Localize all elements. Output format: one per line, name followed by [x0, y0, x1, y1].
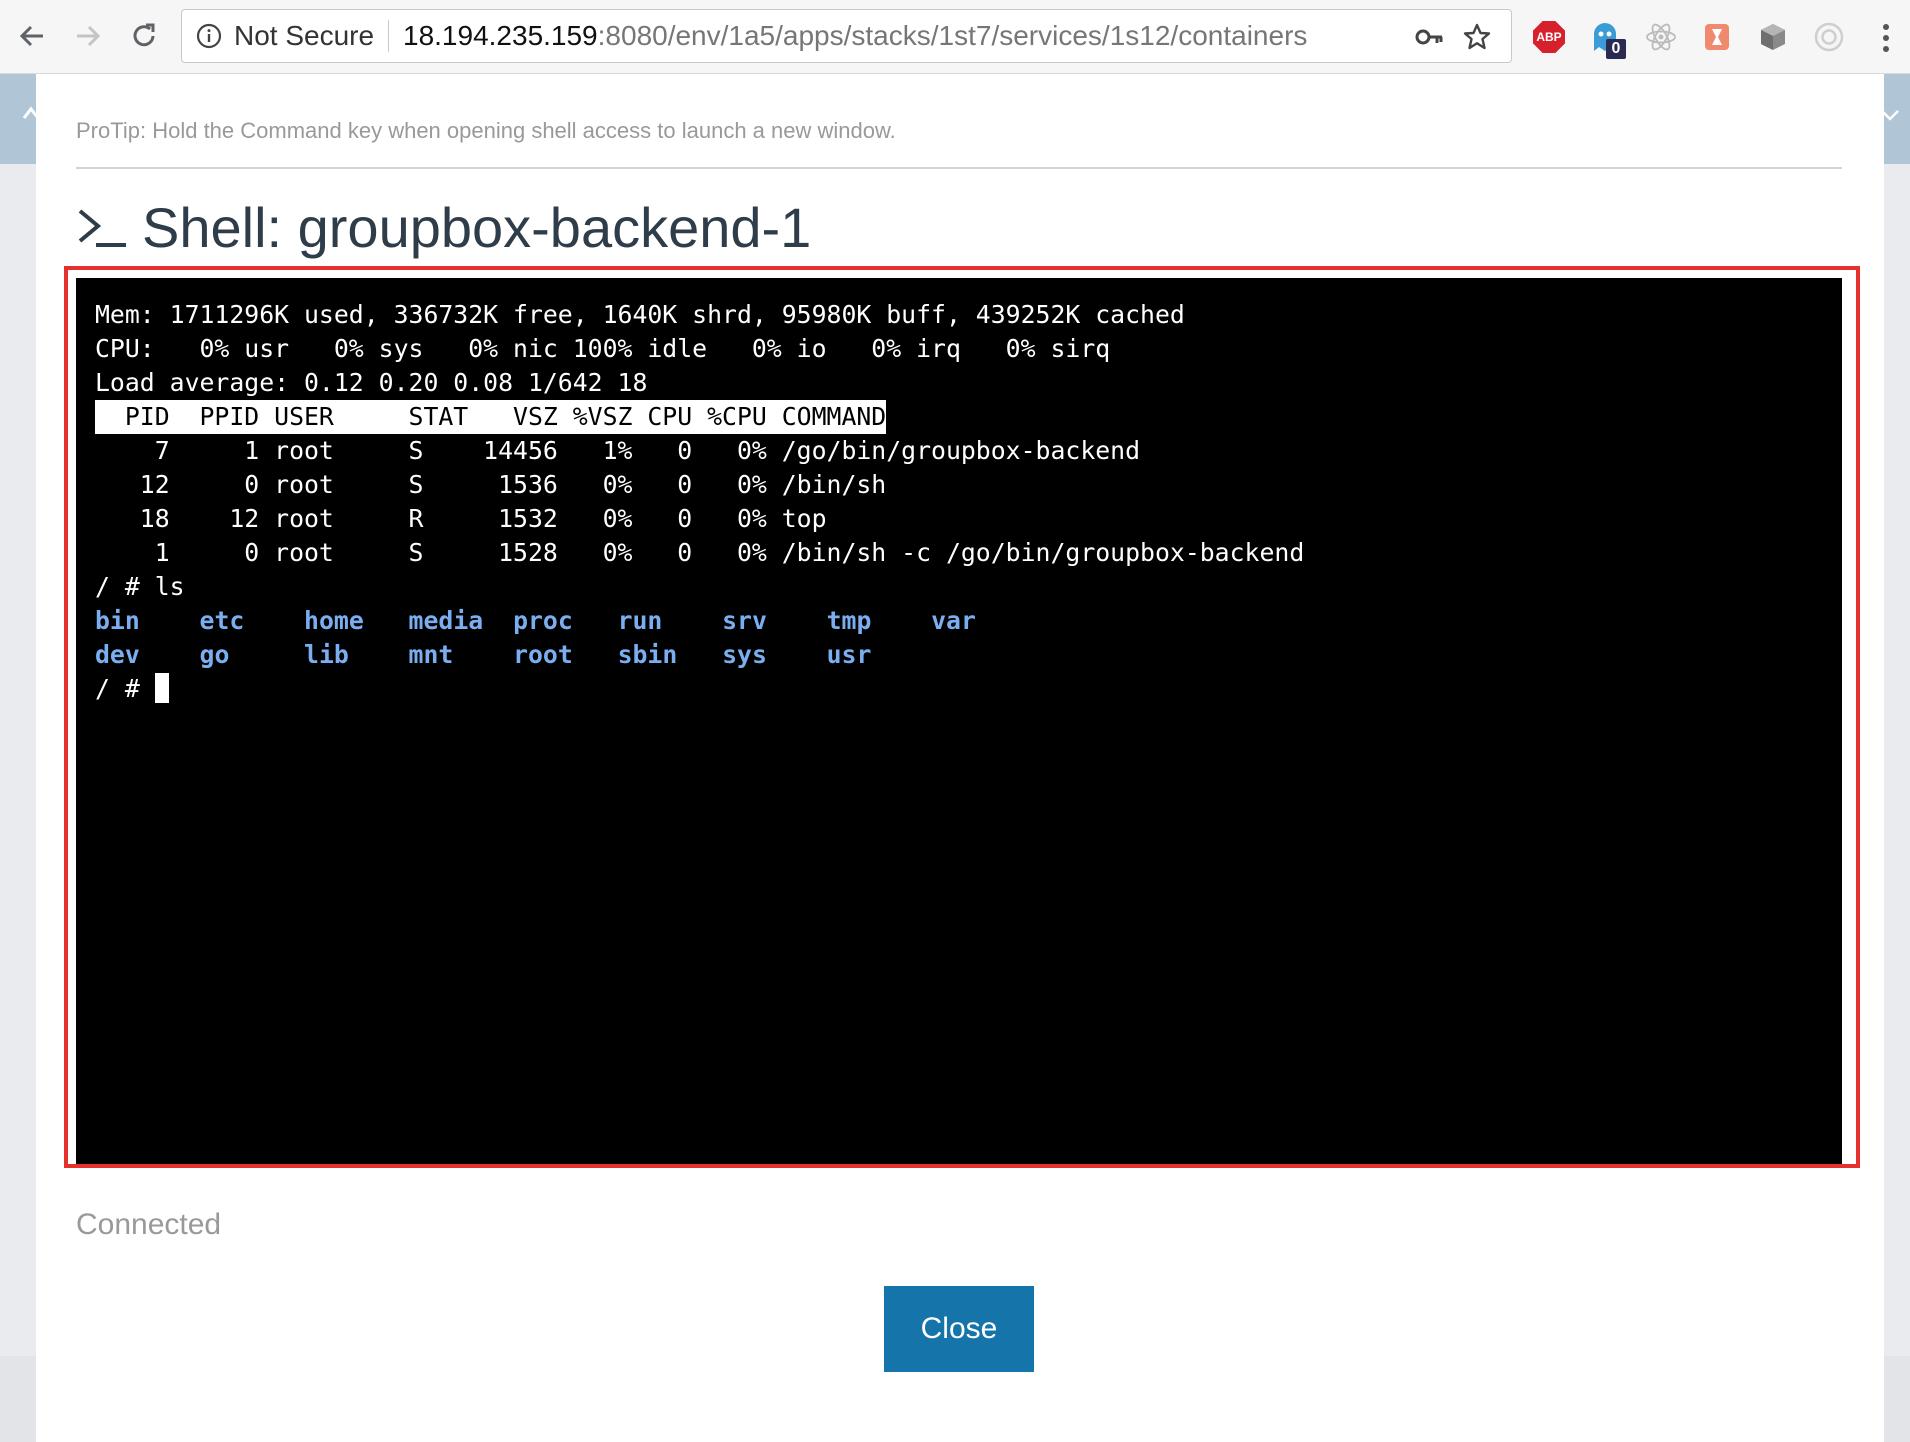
- forward-arrow-icon: [77, 25, 101, 47]
- adblock-plus-icon: ABP: [1533, 21, 1565, 53]
- ls-row: bin etc home media proc run srv tmp var: [95, 604, 1842, 638]
- browser-menu-button[interactable]: [1882, 24, 1890, 52]
- directory-entry: run: [617, 606, 663, 635]
- cube-icon: [1761, 24, 1785, 50]
- url-host: 18.194.235.159: [403, 20, 598, 51]
- terminal-line: CPU: 0% usr 0% sys 0% nic 100% idle 0% i…: [95, 334, 1111, 363]
- close-button[interactable]: Close: [884, 1286, 1034, 1372]
- extension-cube[interactable]: [1756, 20, 1790, 54]
- back-arrow-icon: [19, 25, 43, 47]
- back-button[interactable]: [12, 16, 52, 56]
- process-row: 7 1 root S 14456 1% 0 0% /go/bin/groupbo…: [95, 436, 1141, 465]
- extension-adblock[interactable]: ABP: [1532, 20, 1566, 54]
- address-bar[interactable]: Not Secure 18.194.235.159:8080/env/1a5/a…: [181, 9, 1512, 63]
- address-divider: [388, 20, 389, 52]
- extension-react[interactable]: [1644, 20, 1678, 54]
- browser-toolbar: Not Secure 18.194.235.159:8080/env/1a5/a…: [0, 0, 1910, 74]
- directory-entry: srv: [722, 606, 767, 635]
- process-row: 12 0 root S 1536 0% 0 0% /bin/sh: [95, 470, 887, 499]
- directory-entry: dev: [95, 640, 140, 669]
- directory-entry: home: [304, 606, 364, 635]
- directory-entry: etc: [199, 606, 245, 635]
- react-devtools-icon: [1646, 23, 1676, 51]
- modal-title-text: Shell: groupbox-backend-1: [142, 195, 812, 259]
- terminal-window[interactable]: Mem: 1711296K used, 336732K free, 1640K …: [76, 278, 1842, 1164]
- directory-entry: media: [408, 606, 484, 635]
- ghostery-badge: 0: [1606, 39, 1626, 59]
- process-row: 1 0 root S 1528 0% 0 0% /bin/sh -c /go/b…: [95, 538, 1305, 567]
- security-indicator[interactable]: Not Secure: [196, 10, 374, 62]
- protip-text: ProTip: Hold the Command key when openin…: [76, 118, 896, 143]
- directory-entry: proc: [513, 606, 573, 635]
- directory-entry: bin: [95, 606, 140, 635]
- shell-modal: ProTip: Hold the Command key when openin…: [36, 74, 1884, 1442]
- menu-dot: [1883, 35, 1889, 41]
- extension-generic[interactable]: [1700, 20, 1734, 54]
- directory-entry: var: [931, 606, 976, 635]
- terminal-cursor: [154, 673, 169, 703]
- url-text[interactable]: 18.194.235.159:8080/env/1a5/apps/stacks/…: [403, 10, 1307, 62]
- process-row: 18 12 root R 1532 0% 0 0% top: [95, 504, 827, 533]
- extension-ghostery[interactable]: 0: [1588, 20, 1626, 59]
- directory-entry: tmp: [826, 606, 872, 635]
- directory-entry: sys: [722, 640, 767, 669]
- connection-status: Connected: [76, 1208, 222, 1241]
- terminal-line: Load average: 0.12 0.20 0.08 1/642 18: [95, 368, 648, 397]
- terminal-prompt: / #: [95, 674, 155, 703]
- reload-icon: [133, 23, 155, 47]
- terminal-line: Mem: 1711296K used, 336732K free, 1640K …: [95, 300, 1185, 329]
- process-table-header: PID PPID USER STAT VSZ %VSZ CPU %CPU COM…: [95, 400, 887, 434]
- menu-dot: [1883, 24, 1889, 30]
- directory-entry: go: [199, 640, 230, 669]
- extension-camera[interactable]: [1812, 20, 1846, 54]
- terminal-prompt-line: / #: [95, 672, 1842, 706]
- terminal-prompt-icon: [78, 209, 126, 247]
- process-table-header-row: PID PPID USER STAT VSZ %VSZ CPU %CPU COM…: [95, 400, 1842, 434]
- directory-entry: root: [513, 640, 573, 669]
- info-icon: [196, 23, 222, 49]
- directory-entry: usr: [826, 640, 872, 669]
- directory-entry: mnt: [408, 640, 454, 669]
- bookmark-star-icon[interactable]: [1462, 22, 1492, 52]
- forward-button[interactable]: [68, 16, 108, 56]
- modal-title: Shell: groupbox-backend-1: [76, 192, 811, 262]
- security-label: Not Secure: [234, 20, 375, 51]
- extension-icon: [1705, 24, 1729, 50]
- terminal-command-line: / # ls: [95, 572, 185, 601]
- ls-row: dev go lib mnt root sbin sys usr: [95, 638, 1842, 672]
- camera-icon: [1814, 22, 1844, 52]
- directory-entry: sbin: [617, 640, 678, 669]
- url-path: :8080/env/1a5/apps/stacks/1st7/services/…: [597, 20, 1308, 51]
- key-icon[interactable]: [1414, 22, 1444, 52]
- protip-divider: [76, 167, 1842, 169]
- directory-entry: lib: [304, 640, 349, 669]
- reload-button[interactable]: [124, 16, 164, 56]
- menu-dot: [1883, 46, 1889, 52]
